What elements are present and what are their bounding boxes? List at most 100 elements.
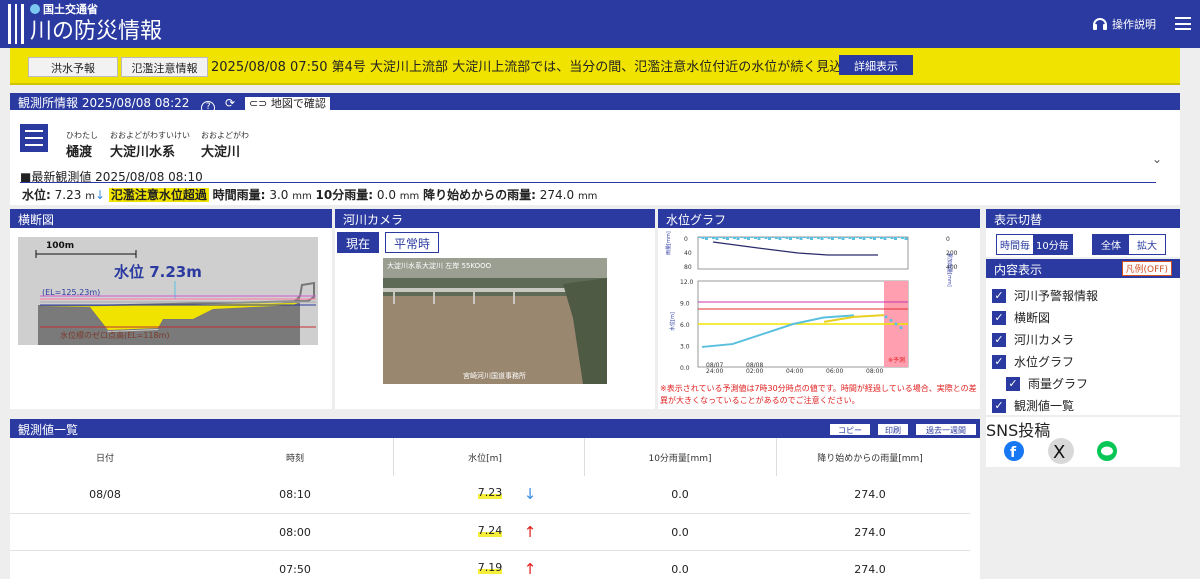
contents-item-label: 水位グラフ	[1014, 355, 1075, 369]
detail-button[interactable]: 詳細表示	[839, 55, 913, 75]
cell-total-rain: 274.0	[854, 488, 886, 501]
river-system: おおよどがわすいけい 大淀川水系	[110, 130, 190, 160]
rain-axis-label: 雨量[mm]	[665, 231, 672, 255]
contents-item[interactable]: ✓ 河川カメラ	[992, 331, 1074, 348]
col-water-level: 水位[m]	[468, 454, 502, 464]
station-name-text: 樋渡	[66, 145, 93, 160]
rain-bar	[887, 237, 890, 238]
help-button[interactable]: 操作説明	[1092, 16, 1156, 32]
cross-section-title: 横断図	[10, 209, 332, 228]
water-level-value: 7.23	[54, 188, 82, 202]
map-button[interactable]: ⊂⊃ 地図で確認	[244, 97, 330, 111]
level-text: 水位 7.23m	[114, 263, 202, 281]
latest-values: 水位: 7.23 m↓ 氾濫注意水位超過 時間雨量: 3.0 mm 10分雨量:…	[22, 186, 597, 203]
hourly-rain-unit: mm	[292, 191, 312, 202]
contents-item-label: 河川予警報情報	[1014, 289, 1099, 303]
rain-bar	[848, 237, 852, 239]
rain-bar	[873, 237, 876, 240]
rain-bar	[838, 237, 841, 239]
display-title: 表示切替	[986, 209, 1180, 228]
facebook-icon[interactable]: f	[1004, 441, 1024, 461]
past-week-button[interactable]: 過去一週間	[915, 423, 977, 436]
status-badge: 氾濫注意水位超過	[108, 188, 209, 202]
refresh-icon[interactable]: ⟳	[225, 96, 235, 110]
rain-bar	[796, 237, 799, 239]
water-level-value: 7.23	[477, 486, 503, 499]
table-row: 08/08 08:10 7.23 ↓ 0.0 274.0	[10, 476, 970, 513]
ten-min-rain-value: 0.0	[376, 188, 396, 202]
water-level-value: 7.24	[477, 524, 503, 537]
rain-bar	[712, 237, 715, 239]
water-level-label: 水位:	[22, 188, 51, 202]
cum-tick-label: 0	[946, 236, 950, 243]
app-title[interactable]: 川の防災情報	[30, 13, 162, 45]
camera-image[interactable]: 大淀川水系大淀川 左岸 55KOOO 宮崎河川国道事務所	[383, 258, 607, 384]
rain-bar	[775, 237, 778, 239]
cell-total-rain: 274.0	[854, 563, 886, 576]
contents-item[interactable]: ✓ 横断図	[992, 309, 1050, 326]
rain-bar	[904, 237, 908, 240]
rain-bar	[719, 237, 722, 238]
ten-min-toggle[interactable]: 10分毎	[1033, 235, 1072, 254]
contents-item[interactable]: ✓ 雨量グラフ	[1006, 375, 1088, 392]
rain-bar	[813, 237, 817, 238]
col-divider	[776, 438, 777, 476]
col-date: 日付	[95, 454, 114, 464]
cell-water-level: 7.23	[470, 486, 510, 499]
rain-bar	[824, 237, 827, 238]
cell-ten-min-rain: 0.0	[671, 526, 689, 539]
checkbox-icon[interactable]: ✓	[992, 354, 1006, 369]
x-tick-label: 06:00	[826, 368, 843, 375]
copy-button[interactable]: コピー	[829, 423, 871, 436]
rain-bar	[754, 237, 757, 239]
checkbox-icon[interactable]: ✓	[992, 310, 1006, 325]
svg-text:f: f	[1010, 445, 1017, 461]
checkbox-icon[interactable]: ✓	[1006, 376, 1020, 391]
arrow-up-icon: ↑	[523, 560, 537, 578]
obs-info-header: 観測所情報 2025/08/08 08:22 ? ⟳ ⊂⊃ 地図で確認	[10, 93, 1180, 115]
print-button[interactable]: 印刷	[877, 423, 909, 436]
forecast-point	[884, 315, 888, 319]
tab-normal[interactable]: 平常時	[385, 232, 440, 253]
flood-alert-bar: 洪水予報 氾濫注意情報 2025/08/08 07:50 第4号 大淀川上流部 …	[10, 48, 1180, 85]
forecast-point	[894, 322, 898, 326]
rain-bar	[715, 237, 719, 240]
x-tick-label: 24:00	[706, 368, 723, 375]
tag-flood-forecast[interactable]: 洪水予報	[28, 57, 118, 77]
checkbox-icon[interactable]: ✓	[992, 332, 1006, 347]
river-ruby: おおよどがわ	[201, 131, 249, 140]
zoom-toggle[interactable]: 拡大	[1129, 235, 1165, 254]
rain-bar	[901, 237, 904, 239]
sns-icons: f X	[1004, 438, 1117, 464]
contents-item[interactable]: ✓ 水位グラフ	[992, 353, 1074, 370]
line-icon[interactable]	[1097, 441, 1117, 461]
svg-text:X: X	[1053, 442, 1065, 463]
display-toggle-panel: 表示切替 時間毎 10分毎 全体 拡大	[986, 209, 1180, 257]
cell-time: 07:50	[279, 563, 311, 576]
rain-bar	[890, 237, 894, 239]
rain-bar	[771, 237, 775, 238]
hourly-toggle[interactable]: 時間毎	[997, 235, 1033, 254]
checkbox-icon[interactable]: ✓	[992, 398, 1006, 413]
rain-bar	[701, 237, 705, 239]
tab-now[interactable]: 現在	[337, 232, 380, 253]
chevron-down-icon[interactable]: ⌄	[1152, 152, 1162, 166]
all-toggle[interactable]: 全体	[1093, 235, 1129, 254]
rain-bar	[880, 237, 883, 239]
tag-flood-warning[interactable]: 氾濫注意情報	[121, 57, 208, 77]
contents-item[interactable]: ✓ 観測値一覧	[992, 397, 1074, 414]
camera-scene-svg: 大淀川水系大淀川 左岸 55KOOO 宮崎河川国道事務所	[383, 258, 607, 384]
wl-axis-label: 水位[m]	[669, 312, 676, 331]
hamburger-menu-icon[interactable]	[1175, 17, 1191, 30]
table-row: 07:50 7.19 ↑ 0.0 274.0	[10, 550, 970, 579]
rain-bar	[782, 237, 785, 238]
contents-item[interactable]: ✓ 河川予警報情報	[992, 287, 1098, 304]
legend-button[interactable]: 凡例(OFF)	[1121, 261, 1172, 276]
rain-bar	[897, 237, 901, 238]
x-icon[interactable]: X	[1048, 438, 1074, 464]
checkbox-icon[interactable]: ✓	[992, 288, 1006, 303]
rain-bar	[841, 237, 845, 240]
ten-min-rain-label: 10分雨量:	[315, 188, 374, 202]
divider	[20, 182, 1156, 183]
rain-bar	[831, 237, 834, 240]
